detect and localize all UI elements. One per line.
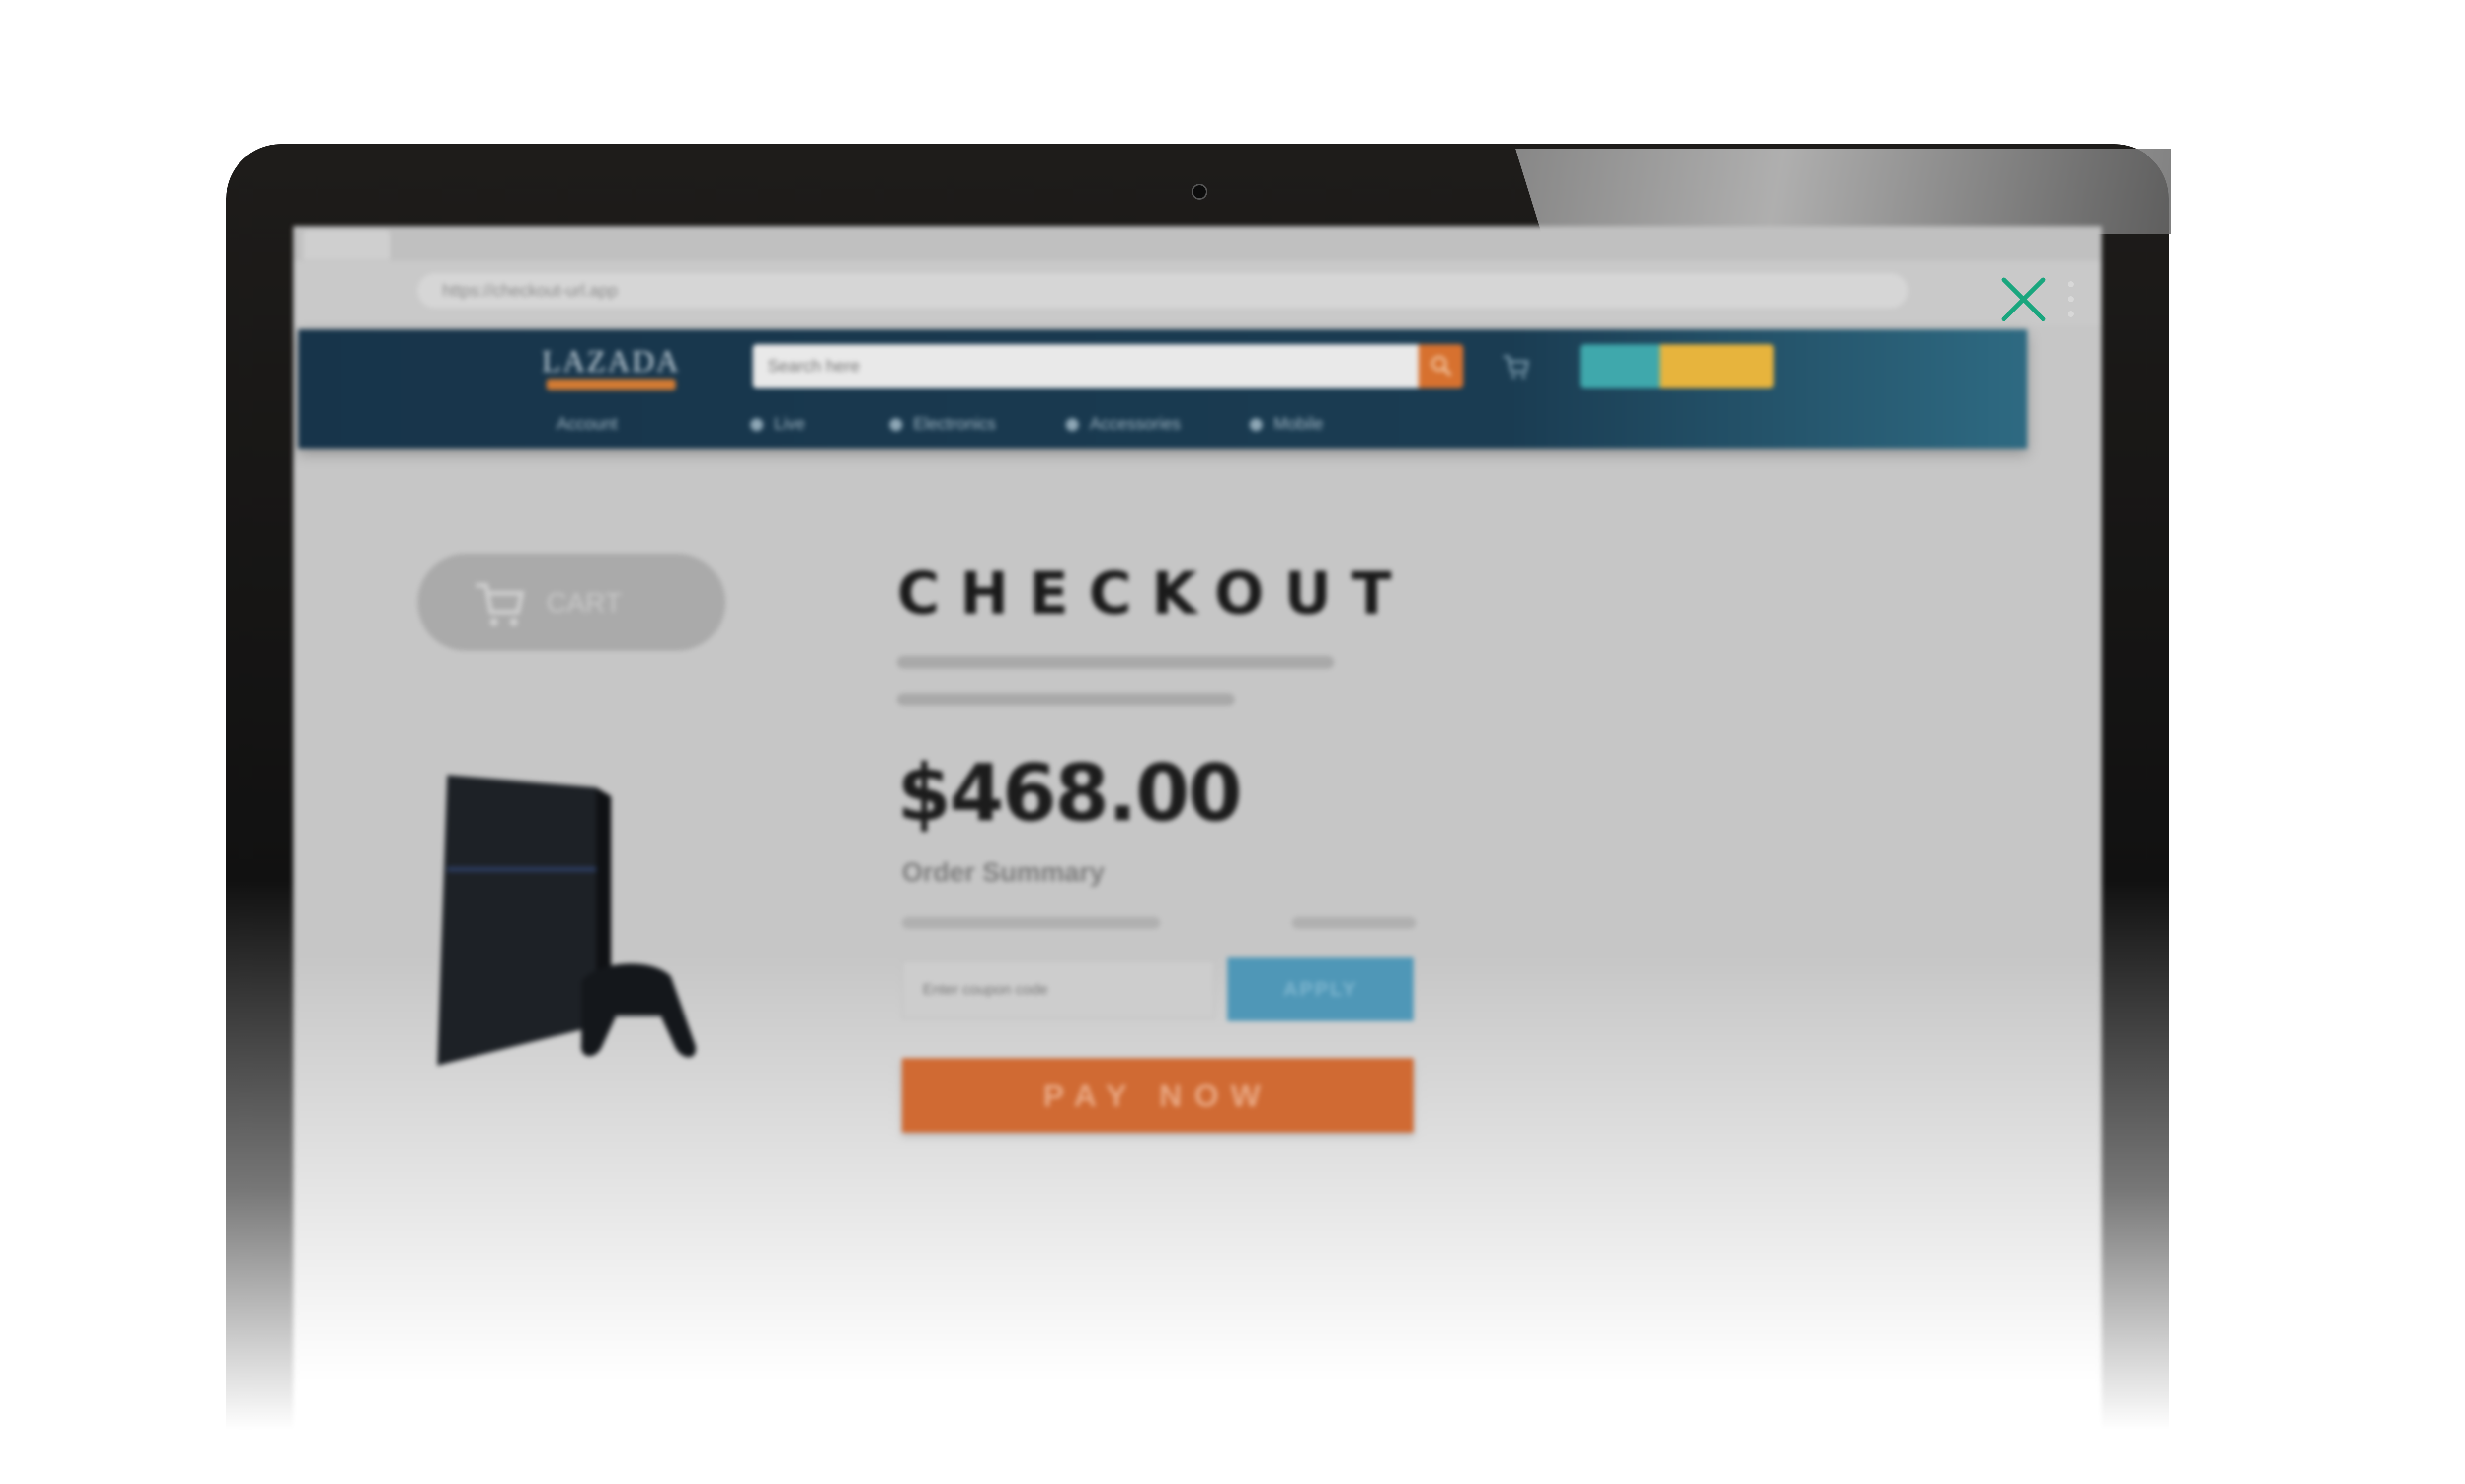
cart-pill-label: CART <box>547 587 622 618</box>
pay-now-button[interactable]: PAY NOW <box>902 1058 1414 1133</box>
total-price: $468.00 <box>897 748 1243 839</box>
nav-item-mobile[interactable]: Mobile <box>1250 409 1323 439</box>
nav-item-label: Mobile <box>1273 414 1324 433</box>
description-line <box>897 693 1235 706</box>
nav-item-label: Electronics <box>913 414 996 433</box>
nav-item-label: Accessories <box>1090 414 1181 433</box>
electronics-icon <box>889 418 902 432</box>
nav-account-label: Account <box>557 414 618 433</box>
url-bar[interactable]: https://checkout-url.app <box>417 273 1908 308</box>
mobile-icon <box>1250 418 1263 432</box>
nav-item-accessories[interactable]: Accessories <box>1066 409 1181 439</box>
live-icon <box>750 418 763 432</box>
webcam <box>1192 184 1207 200</box>
nav-item-label: Live <box>774 414 805 433</box>
nav-account[interactable]: Account <box>557 409 618 439</box>
order-summary-heading: Order Summary <box>902 858 1105 887</box>
summary-line-value <box>1292 917 1416 929</box>
laptop-screen: https://checkout-url.app LAZADA Search h… <box>293 226 2102 1484</box>
logo-underline <box>547 379 676 390</box>
category-nav: Account Live Electronics Accessories Mob… <box>298 409 2027 439</box>
search-icon <box>1431 356 1452 377</box>
nav-item-electronics[interactable]: Electronics <box>889 409 996 439</box>
description-line <box>897 656 1334 669</box>
signup-button[interactable] <box>1660 344 1774 388</box>
site-logo[interactable]: LAZADA <box>537 344 686 394</box>
search-button[interactable] <box>1419 344 1463 388</box>
cart-icon[interactable] <box>1501 352 1530 382</box>
search-input[interactable] <box>753 344 1419 388</box>
checkout-screenshot: https://checkout-url.app LAZADA Search h… <box>0 0 2465 1484</box>
coupon-input[interactable] <box>902 960 1215 1019</box>
page-title: CHECKOUT <box>897 559 1412 627</box>
bezel-glare <box>1515 149 2171 234</box>
summary-line-label <box>902 917 1160 929</box>
cart-pill-button[interactable]: CART <box>417 554 725 651</box>
logo-text: LAZADA <box>542 345 681 379</box>
signin-button[interactable] <box>1580 344 1660 388</box>
product-image <box>437 775 696 1066</box>
browser-tab-strip <box>293 226 2102 261</box>
kebab-menu-icon[interactable] <box>2066 278 2076 323</box>
site-header: LAZADA Account <box>298 329 2027 449</box>
nav-item-live[interactable]: Live <box>750 409 805 439</box>
apply-button[interactable]: APPLY <box>1227 957 1414 1021</box>
browser-tab[interactable] <box>303 230 390 260</box>
accessories-icon <box>1066 418 1079 432</box>
close-icon <box>2001 277 2046 321</box>
cart-icon <box>476 583 525 626</box>
close-button[interactable] <box>2000 276 2047 323</box>
